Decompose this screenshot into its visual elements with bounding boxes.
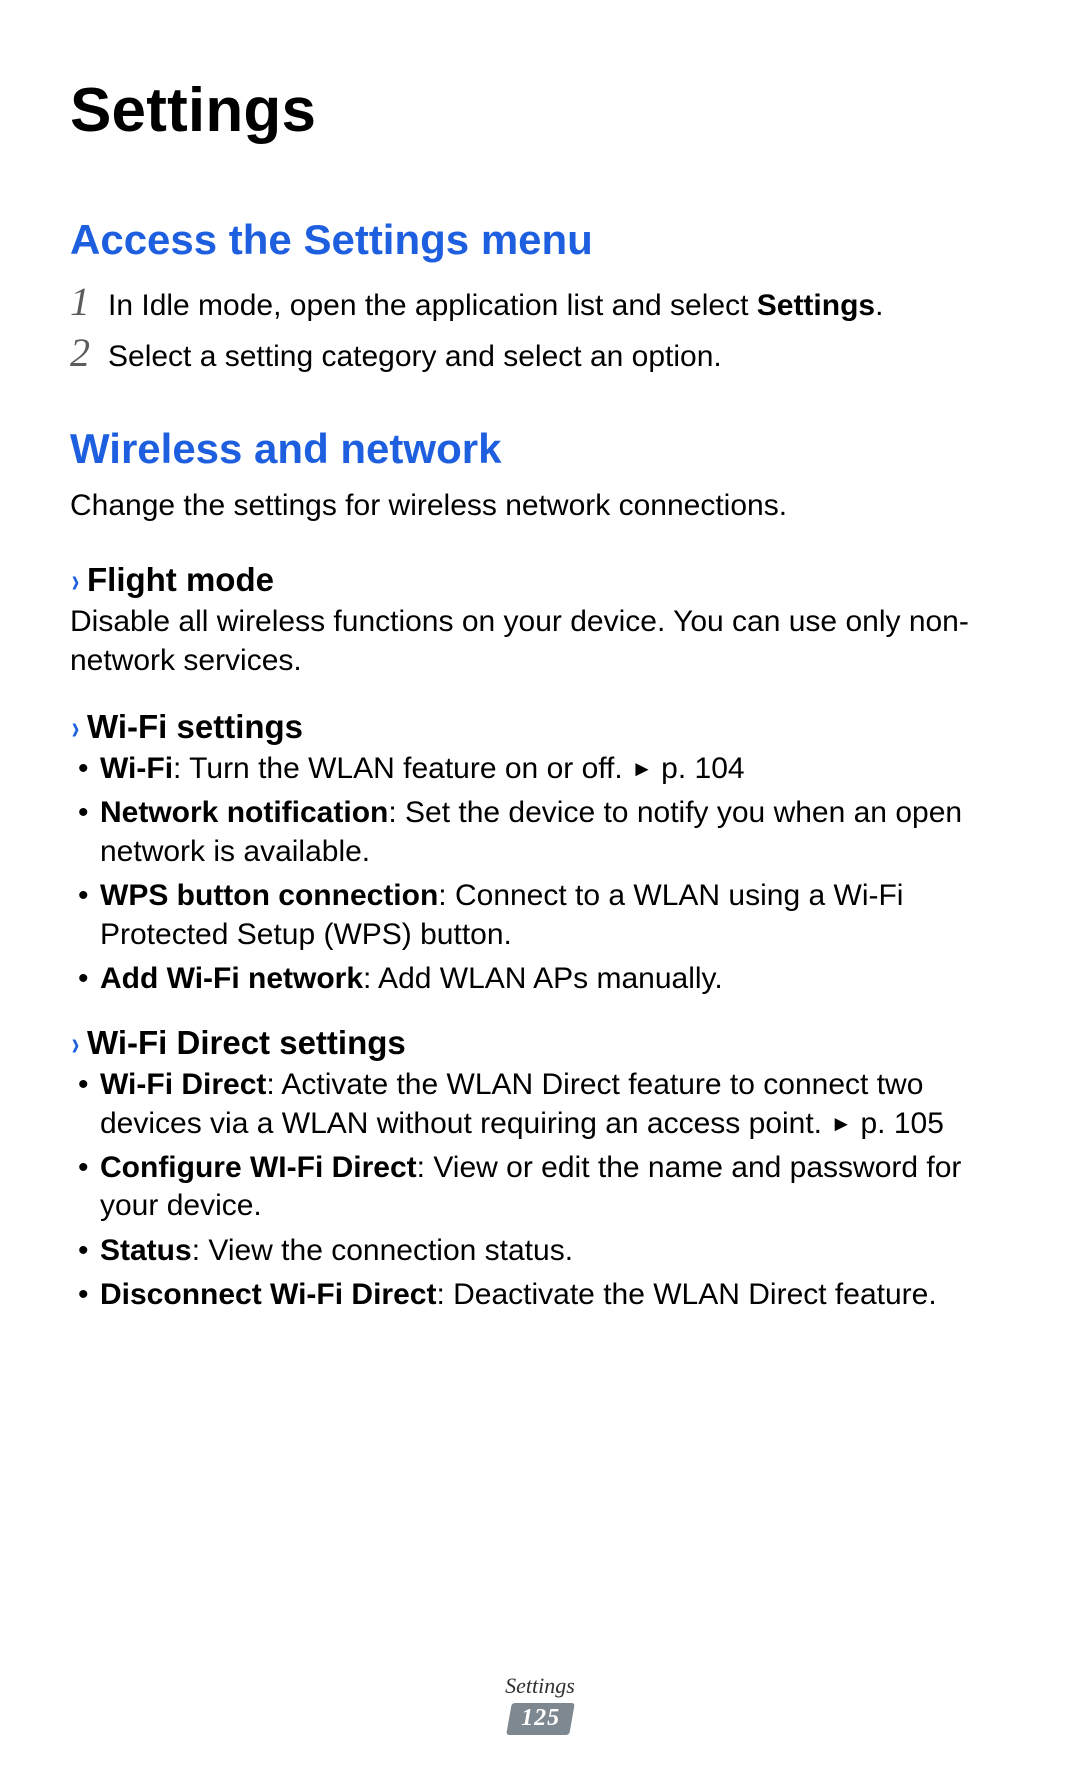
subheading-text: Wi-Fi Direct settings xyxy=(87,1024,406,1062)
desc-pre: : View the connection status. xyxy=(192,1234,573,1267)
list-item: Network notification: Set the device to … xyxy=(100,794,1010,871)
list-item: Configure WI-Fi Direct: View or edit the… xyxy=(100,1149,1010,1226)
term: WPS button connection xyxy=(100,879,438,912)
list-item: Wi-Fi: Turn the WLAN feature on or off. … xyxy=(100,750,1010,788)
footer-section-label: Settings xyxy=(0,1673,1080,1699)
flight-mode-body: Disable all wireless functions on your d… xyxy=(70,603,1010,680)
step-text: In Idle mode, open the application list … xyxy=(108,287,883,325)
section-heading-wireless: Wireless and network xyxy=(70,425,1010,473)
list-item: WPS button connection: Connect to a WLAN… xyxy=(100,877,1010,954)
page-footer: Settings 125 xyxy=(0,1673,1080,1735)
list-item: Status: View the connection status. xyxy=(100,1232,1010,1270)
subheading-flight-mode: › Flight mode xyxy=(70,561,1010,599)
step-pre: Select a setting category and select an … xyxy=(108,340,722,373)
wifi-settings-list: Wi-Fi: Turn the WLAN feature on or off. … xyxy=(70,750,1010,998)
chevron-icon: › xyxy=(72,564,80,597)
triangle-icon: ► xyxy=(830,1110,852,1138)
step-2: 2 Select a setting category and select a… xyxy=(70,329,1010,376)
term: Network notification xyxy=(100,796,388,829)
desc-pre: : Deactivate the WLAN Direct feature. xyxy=(436,1278,936,1311)
page-number-badge: 125 xyxy=(506,1703,575,1735)
desc-post: p. 105 xyxy=(852,1107,944,1140)
step-bold: Settings xyxy=(757,289,875,322)
subheading-text: Wi-Fi settings xyxy=(87,708,303,746)
desc-pre: : Add WLAN APs manually. xyxy=(363,962,723,995)
page-number: 125 xyxy=(521,1705,560,1732)
term: Status xyxy=(100,1234,192,1267)
step-text: Select a setting category and select an … xyxy=(108,338,722,376)
step-number: 1 xyxy=(70,278,108,325)
page-title: Settings xyxy=(70,75,1010,146)
term: Wi-Fi Direct xyxy=(100,1068,266,1101)
subheading-wifi-direct: › Wi-Fi Direct settings xyxy=(70,1024,1010,1062)
chevron-icon: › xyxy=(72,711,80,744)
page: Settings Access the Settings menu 1 In I… xyxy=(0,0,1080,1771)
term: Disconnect Wi-Fi Direct xyxy=(100,1278,436,1311)
step-number: 2 xyxy=(70,329,108,376)
steps-list: 1 In Idle mode, open the application lis… xyxy=(70,278,1010,377)
section-heading-access: Access the Settings menu xyxy=(70,216,1010,264)
step-pre: In Idle mode, open the application list … xyxy=(108,289,757,322)
section-intro: Change the settings for wireless network… xyxy=(70,487,1010,525)
subheading-wifi-settings: › Wi-Fi settings xyxy=(70,708,1010,746)
list-item: Add Wi-Fi network: Add WLAN APs manually… xyxy=(100,960,1010,998)
subheading-text: Flight mode xyxy=(87,561,274,599)
term: Add Wi-Fi network xyxy=(100,962,363,995)
step-post: . xyxy=(875,289,883,322)
wifi-direct-list: Wi-Fi Direct: Activate the WLAN Direct f… xyxy=(70,1066,1010,1314)
triangle-icon: ► xyxy=(631,755,653,783)
chevron-icon: › xyxy=(72,1027,80,1060)
list-item: Wi-Fi Direct: Activate the WLAN Direct f… xyxy=(100,1066,1010,1143)
step-1: 1 In Idle mode, open the application lis… xyxy=(70,278,1010,325)
desc-pre: : Turn the WLAN feature on or off. xyxy=(173,752,631,785)
term: Wi-Fi xyxy=(100,752,173,785)
desc-post: p. 104 xyxy=(653,752,745,785)
term: Configure WI-Fi Direct xyxy=(100,1151,417,1184)
list-item: Disconnect Wi-Fi Direct: Deactivate the … xyxy=(100,1276,1010,1314)
